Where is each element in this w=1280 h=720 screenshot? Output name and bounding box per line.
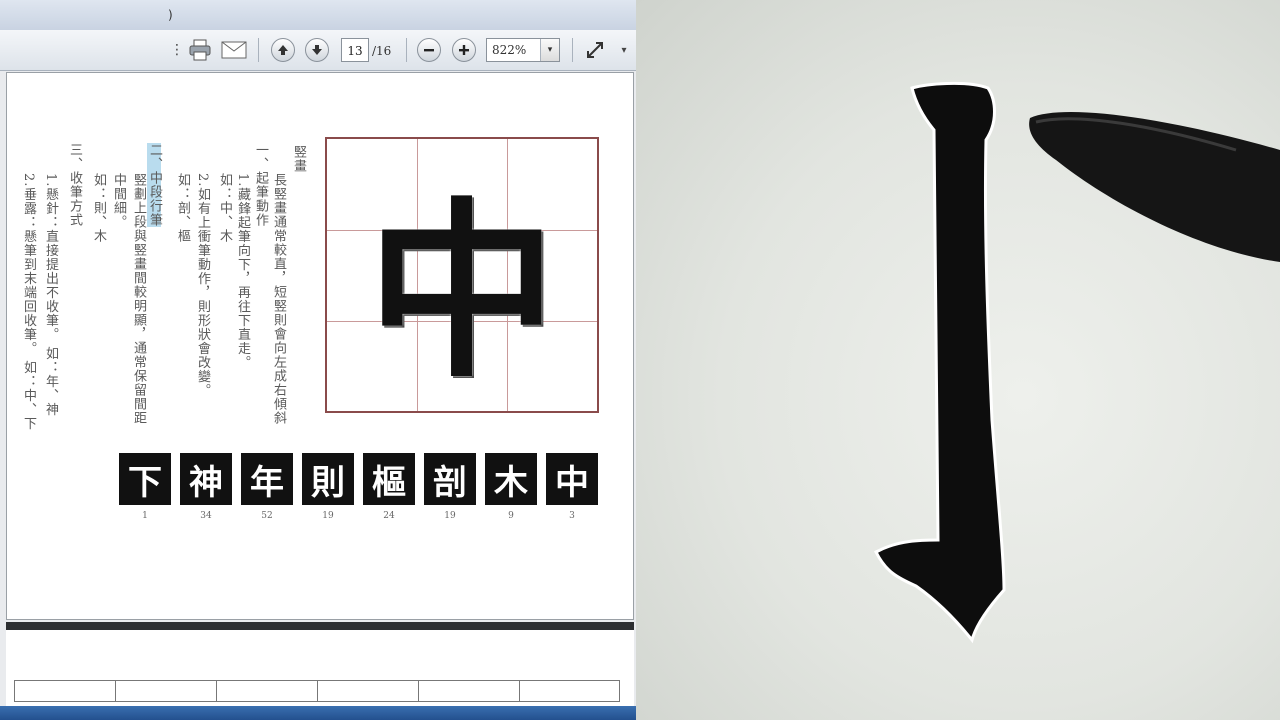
toolbar-overflow-icon[interactable]: ⋮	[170, 38, 184, 62]
example-character-tile: 剖	[424, 453, 476, 505]
tile-number: 1	[142, 511, 148, 521]
doc-text-column: 如：則、木	[91, 173, 106, 243]
doc-text-column: 竪劃上段與竪畫間較明顯，通常保留間距	[131, 173, 146, 425]
pdf-viewer-window: ) ⋮ 13 /16 822% ▾ ▾ 竪畫 長竪畫通常較直，短竪則會向左成右傾…	[0, 0, 636, 720]
doc-section-heading: 一、起筆動作	[253, 143, 268, 227]
example-character-tile: 下	[119, 453, 171, 505]
zoom-out-button[interactable]	[417, 38, 441, 62]
doc-text-column: 中間細。	[111, 173, 126, 229]
pdf-page: 竪畫 長竪畫通常較直，短竪則會向左成右傾斜 一、起筆動作 1.藏鋒起筆向下，再往…	[6, 72, 634, 620]
table-row	[14, 680, 620, 702]
zoom-level-select[interactable]: 822% ▾	[486, 38, 560, 62]
sample-character: 中	[366, 179, 557, 403]
toolbar-more-icon[interactable]: ▾	[618, 38, 630, 62]
tile-number: 19	[322, 511, 334, 521]
window-title-bar: )	[0, 0, 636, 30]
tile-number: 19	[444, 511, 456, 521]
example-character-tile: 年	[241, 453, 293, 505]
previous-page-button[interactable]	[271, 38, 295, 62]
doc-text-column: 如：中、木	[217, 173, 232, 243]
character-practice-grid: 中	[325, 137, 599, 413]
example-character-tile: 則	[302, 453, 354, 505]
toolbar-separator	[406, 38, 407, 62]
doc-heading: 竪畫	[291, 145, 306, 173]
title-bar-glyph: )	[168, 8, 173, 22]
page-total-label: /16	[372, 44, 392, 58]
toolbar-separator	[258, 38, 259, 62]
os-taskbar	[0, 706, 636, 720]
page-divider	[6, 622, 634, 630]
tile-number: 34	[200, 511, 212, 521]
doc-text-column: 2.垂露：懸筆到末端回收筆。 如：中、下	[21, 173, 36, 431]
zoom-level-value: 822%	[492, 43, 527, 57]
tile-number: 3	[569, 511, 575, 521]
doc-text-column: 如：剖、樞	[175, 173, 190, 243]
chevron-down-icon[interactable]: ▾	[540, 39, 559, 61]
example-character-tile: 中	[546, 453, 598, 505]
tile-number: 24	[383, 511, 395, 521]
pdf-toolbar: ⋮ 13 /16 822% ▾ ▾	[0, 30, 636, 71]
doc-text-column: 1.藏鋒起筆向下，再往下直走。	[235, 173, 250, 370]
doc-text-column: 長竪畫通常較直，短竪則會向左成右傾斜	[271, 173, 286, 425]
toolbar-separator	[572, 38, 573, 62]
brush-demo-video	[636, 0, 1280, 720]
next-page-button[interactable]	[305, 38, 329, 62]
tile-number: 9	[508, 511, 514, 521]
zoom-in-button[interactable]	[452, 38, 476, 62]
tile-number: 52	[261, 511, 273, 521]
example-character-tile: 木	[485, 453, 537, 505]
page-number-input[interactable]: 13	[341, 38, 369, 62]
doc-text-column: 2.如有上衝筆動作，則形狀會改變。	[195, 173, 210, 398]
email-icon[interactable]	[219, 38, 249, 62]
fit-page-icon[interactable]	[582, 38, 608, 62]
doc-section-heading: 三、收筆方式	[67, 143, 82, 227]
brush-stroke-illustration	[874, 81, 1280, 644]
example-character-tile: 樞	[363, 453, 415, 505]
print-icon[interactable]	[186, 38, 214, 62]
doc-section-heading-highlighted: 二、中段行筆	[147, 143, 162, 227]
example-character-tile: 神	[180, 453, 232, 505]
calligraphy-brush-icon	[1029, 112, 1280, 262]
vertical-stroke-glyph	[874, 81, 1006, 644]
doc-text-column: 1.懸針：直接提出不收筆。 如：年、神	[43, 173, 58, 417]
